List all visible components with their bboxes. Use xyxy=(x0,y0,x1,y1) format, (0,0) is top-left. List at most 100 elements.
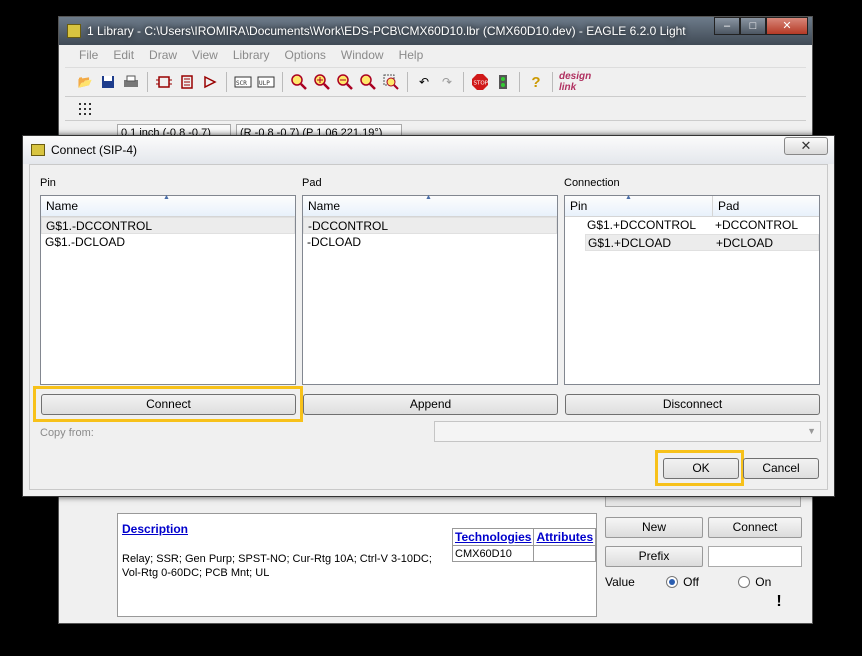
description-text: Relay; SSR; Gen Purp; SPST-NO; Cur-Rtg 1… xyxy=(122,553,432,579)
append-button[interactable]: Append xyxy=(303,394,558,415)
attributes-header[interactable]: Attributes xyxy=(533,528,597,546)
help-icon[interactable]: ? xyxy=(526,72,546,92)
minimize-button[interactable]: – xyxy=(714,17,740,35)
list-item[interactable]: -DCLOAD xyxy=(303,234,557,251)
dialog-titlebar: Connect (SIP-4) ✕ xyxy=(23,136,834,164)
zoom-redraw-icon[interactable] xyxy=(358,72,378,92)
table-row[interactable]: G$1.+DCCONTROL +DCCONTROL xyxy=(585,217,819,234)
stop-icon[interactable]: STOP xyxy=(470,72,490,92)
dialog-close-button[interactable]: ✕ xyxy=(784,137,828,155)
maximize-button[interactable]: □ xyxy=(740,17,766,35)
toolbar-separator xyxy=(463,72,464,92)
description-link[interactable]: Description xyxy=(122,522,188,536)
menu-window[interactable]: Window xyxy=(335,45,393,67)
technology-cell[interactable]: CMX60D10 xyxy=(451,545,535,562)
copy-from-label: Copy from: xyxy=(40,427,94,439)
table-row[interactable]: G$1.+DCLOAD +DCLOAD xyxy=(585,234,819,251)
svg-text:SCR: SCR xyxy=(236,80,247,87)
copy-from-select[interactable]: ▼ xyxy=(434,421,821,442)
open-icon[interactable]: 📂 xyxy=(75,72,95,92)
warning-icon[interactable]: ! xyxy=(765,593,793,615)
menu-edit[interactable]: Edit xyxy=(107,45,143,67)
technologies-table: Technologies Attributes CMX60D10 xyxy=(451,528,597,562)
connection-pin-column[interactable]: Pin xyxy=(565,196,713,216)
radio-off[interactable] xyxy=(666,576,679,588)
ulp-icon[interactable]: ULP xyxy=(256,72,276,92)
close-button[interactable]: ✕ xyxy=(766,17,808,35)
undo-icon[interactable]: ↶ xyxy=(414,72,434,92)
menu-draw[interactable]: Draw xyxy=(143,45,186,67)
dialog-body: Pin Name ▲ G$1.-DCCONTROL G$1.-DCLOAD Pa… xyxy=(29,164,828,490)
svg-text:ULP: ULP xyxy=(259,80,270,87)
toolbar-separator xyxy=(147,72,148,92)
prefix-button[interactable]: Prefix xyxy=(605,546,703,567)
pin-list-header: Name ▲ xyxy=(41,194,295,217)
list-item[interactable]: -DCCONTROL xyxy=(303,217,557,234)
sort-ascending-icon: ▲ xyxy=(425,194,432,201)
value-label: Value xyxy=(605,575,635,589)
svg-text:STOP: STOP xyxy=(474,81,489,87)
menu-file[interactable]: File xyxy=(73,45,107,67)
value-on-label: On xyxy=(755,575,772,589)
eagle-app-icon xyxy=(67,24,81,38)
connection-pad-cell: +DCCONTROL xyxy=(715,218,799,232)
cancel-button[interactable]: Cancel xyxy=(743,458,819,479)
toolbar-separator xyxy=(407,72,408,92)
description-panel: Description Relay; SSR; Gen Purp; SPST-N… xyxy=(117,513,597,617)
table-row[interactable]: CMX60D10 xyxy=(451,545,597,562)
connect-highlight xyxy=(33,386,303,422)
prefix-field[interactable] xyxy=(708,546,802,567)
sort-ascending-icon: ▲ xyxy=(625,194,632,201)
zoom-fit-icon[interactable] xyxy=(289,72,309,92)
dialog-title: Connect (SIP-4) xyxy=(51,143,138,157)
toolbar-separator xyxy=(552,72,553,92)
pad-list[interactable]: Name ▲ -DCCONTROL -DCLOAD xyxy=(302,194,558,385)
connection-pin-cell: G$1.+DCLOAD xyxy=(588,236,672,250)
symbol-icon[interactable] xyxy=(200,72,220,92)
connection-pad-column[interactable]: Pad xyxy=(713,196,744,216)
chevron-down-icon: ▼ xyxy=(807,426,816,436)
new-button[interactable]: New xyxy=(605,517,703,538)
connect-dialog: Connect (SIP-4) ✕ Pin Name ▲ G$1.-DCCONT… xyxy=(22,135,835,497)
script-icon[interactable]: SCR xyxy=(233,72,253,92)
go-icon[interactable] xyxy=(493,72,513,92)
main-window-title: 1 Library - C:\Users\IROMIRA\Documents\W… xyxy=(87,24,686,38)
zoom-in-icon[interactable] xyxy=(312,72,332,92)
secondary-toolbar xyxy=(65,97,806,121)
zoom-select-icon[interactable] xyxy=(381,72,401,92)
menu-library[interactable]: Library xyxy=(227,45,279,67)
radio-on[interactable] xyxy=(738,576,751,588)
value-on-option[interactable]: On xyxy=(738,575,771,589)
toolbar-separator xyxy=(282,72,283,92)
pad-label: Pad xyxy=(302,177,322,189)
board-icon[interactable] xyxy=(177,72,197,92)
connect-main-button[interactable]: Connect xyxy=(708,517,802,538)
connection-list-header: Pin Pad ▲ xyxy=(565,194,819,217)
design-link-icon[interactable]: design link xyxy=(559,71,609,93)
eagle-dialog-icon xyxy=(31,144,45,156)
save-icon[interactable] xyxy=(98,72,118,92)
main-titlebar: 1 Library - C:\Users\IROMIRA\Documents\W… xyxy=(59,17,812,45)
list-item[interactable]: G$1.-DCLOAD xyxy=(41,234,295,251)
menu-help[interactable]: Help xyxy=(393,45,433,67)
zoom-out-icon[interactable] xyxy=(335,72,355,92)
connection-pin-cell: G$1.+DCCONTROL xyxy=(587,218,697,232)
schematic-icon[interactable] xyxy=(154,72,174,92)
menu-view[interactable]: View xyxy=(186,45,227,67)
list-item[interactable]: G$1.-DCCONTROL xyxy=(41,217,295,234)
menu-options[interactable]: Options xyxy=(279,45,335,67)
redo-icon[interactable]: ↷ xyxy=(437,72,457,92)
grid-icon[interactable] xyxy=(75,99,95,119)
disconnect-button[interactable]: Disconnect xyxy=(565,394,820,415)
value-off-label: Off xyxy=(683,575,699,589)
value-off-option[interactable]: Off xyxy=(666,575,699,589)
attribute-cell[interactable] xyxy=(533,545,597,562)
pad-list-header: Name ▲ xyxy=(303,194,557,217)
pin-label: Pin xyxy=(40,177,56,189)
connection-list[interactable]: Pin Pad ▲ G$1.+DCCONTROL +DCCONTROL G$1.… xyxy=(564,194,820,385)
pin-list[interactable]: Name ▲ G$1.-DCCONTROL G$1.-DCLOAD xyxy=(40,194,296,385)
connection-label: Connection xyxy=(564,177,620,189)
technologies-header[interactable]: Technologies xyxy=(451,528,535,546)
print-icon[interactable] xyxy=(121,72,141,92)
ok-highlight xyxy=(655,450,744,486)
